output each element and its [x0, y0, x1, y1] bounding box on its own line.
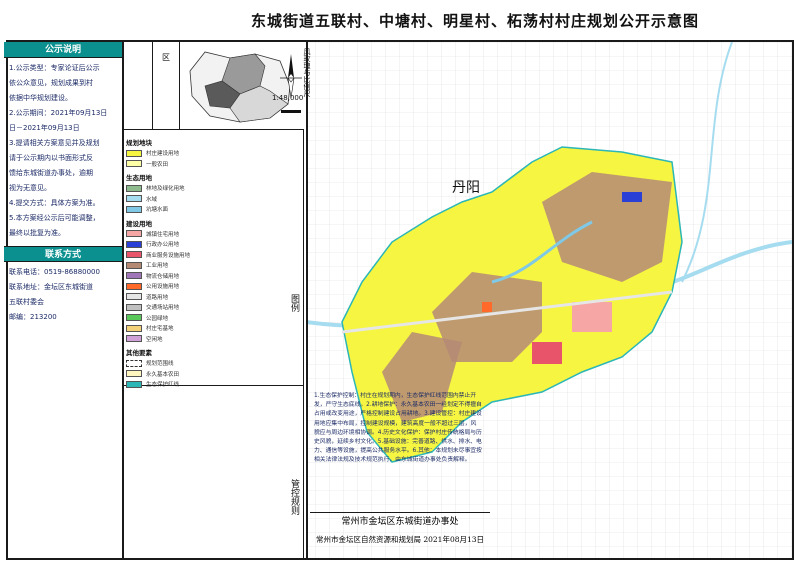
- legend-item: 村庄宅基地: [126, 323, 282, 334]
- legend-label: 公用设施用地: [146, 284, 180, 291]
- notice-line: 请于公示期内以书面形式反: [9, 154, 93, 162]
- legend-item: 永久基本农田: [126, 369, 282, 380]
- notice-line: 最终以批复为准。: [9, 229, 65, 237]
- legend-swatch: [126, 184, 142, 192]
- legend-swatch: [126, 272, 142, 280]
- legend-swatch: [126, 149, 142, 157]
- rules-text-overlay: 1.生态保护控制：村庄在规划期内，生态保护红线范围内禁止开发，严守生态底线。2.…: [314, 392, 482, 498]
- legend-item: 空闲地: [126, 334, 282, 345]
- legend-swatch: [126, 240, 142, 248]
- admin-office-block[interactable]: [622, 192, 642, 202]
- inset-label-column: 区: [152, 42, 180, 130]
- legend-label: 物流仓储用地: [146, 273, 180, 280]
- issuer-line-2: 常州市金坛区自然资源和规划局 2021年08月13日: [315, 535, 485, 544]
- legend-item: 坑塘水面: [126, 204, 282, 215]
- legend-item: 交通场站用地: [126, 302, 282, 313]
- rules-panel: 管控规则: [4, 386, 304, 558]
- compass-caption: 风玫瑰与比例尺: [303, 48, 311, 97]
- notice-line: 3.提请相关方案意见并及规划: [9, 139, 100, 147]
- notice-line: 日－2021年09月13日: [9, 124, 80, 132]
- legend-swatch: [126, 205, 142, 213]
- legend-list: 规划地块 村庄建设用地 一般农田 生态用地 林地及绿化用地 水域 坑塘水面 建设…: [126, 134, 282, 390]
- legend-label: 林地及绿化用地: [146, 186, 185, 193]
- legend-swatch: [126, 293, 142, 301]
- place-label: 丹阳: [452, 180, 480, 196]
- legend-swatch: [126, 324, 142, 332]
- inset-label: 区: [161, 52, 171, 61]
- rules-side-label: 管控规则: [286, 386, 304, 558]
- legend-label: 永久基本农田: [146, 371, 180, 378]
- contact-header: 联系方式: [4, 246, 122, 262]
- contact-line: 邮编：213200: [9, 313, 57, 321]
- legend-item: 物流仓储用地: [126, 271, 282, 282]
- notice-line: 2.公示期间：2021年09月13日: [9, 109, 108, 117]
- legend-label: 村庄宅基地: [146, 326, 174, 333]
- legend-label: 坑塘水面: [146, 207, 169, 214]
- residential-block[interactable]: [572, 302, 612, 332]
- legend-item: 城镇住宅用地: [126, 229, 282, 240]
- legend-label: 公园绿地: [146, 315, 169, 322]
- legend-label: 空闲地: [146, 336, 163, 343]
- legend-label: 工业用地: [146, 263, 169, 270]
- contact-body: 联系电话：0519-86880000 联系地址：金坛区东城街道 五联村委会 邮编…: [4, 262, 122, 330]
- contact-line: 五联村委会: [9, 298, 44, 306]
- legend-label: 水域: [146, 196, 158, 203]
- notice-line: 5.本方案经公示后可能调整，: [9, 214, 100, 222]
- legend-swatch: [126, 282, 142, 290]
- legend-item: 行政办公用地: [126, 239, 282, 250]
- notice-line: 视为无意见。: [9, 184, 51, 192]
- legend-item: 公用设施用地: [126, 281, 282, 292]
- legend-item: 规划范围线: [126, 358, 282, 369]
- notice-body: 1.公示类型：专家论证后公示 依公众意见，规划成果到村 依据中华规划建设。 2.…: [4, 58, 122, 246]
- notice-line: 依据中华规划建设。: [9, 94, 72, 102]
- legend-item: 商业服务设施用地: [126, 250, 282, 261]
- map-title: 东城街道五联村、中塘村、明星村、柘荡村村庄规划公开示意图: [250, 12, 699, 30]
- legend-panel: 图例 规划地块 村庄建设用地 一般农田 生态用地 林地及绿化用地 水域 坑塘水面…: [124, 130, 304, 388]
- legend-swatch: [126, 195, 142, 203]
- contact-line: 联系电话：0519-86880000: [9, 268, 100, 276]
- legend-item: 村庄建设用地: [126, 148, 282, 159]
- issuer-footer: 常州市金坛区东城街道办事处 常州市金坛区自然资源和规划局 2021年08月13日: [310, 512, 490, 558]
- legend-item: 林地及绿化用地: [126, 183, 282, 194]
- utility-block[interactable]: [482, 302, 492, 312]
- legend-label: 城镇住宅用地: [146, 231, 180, 238]
- location-inset: 区: [124, 42, 304, 130]
- legend-label: 交通场站用地: [146, 305, 180, 312]
- issuer-line-1: 常州市金坛区东城街道办事处: [341, 517, 459, 527]
- legend-label: 一般农田: [146, 161, 169, 168]
- legend-group-head: 规划地块: [126, 139, 152, 147]
- rules-text: 1.生态保护控制：村庄在规划期内，生态保护红线范围内禁止开发，严守生态底线。2.…: [314, 393, 482, 464]
- commercial-block[interactable]: [532, 342, 562, 364]
- legend-label: 商业服务设施用地: [146, 252, 191, 259]
- legend-swatch: [126, 314, 142, 322]
- legend-item: 公园绿地: [126, 313, 282, 324]
- legend-swatch: [126, 335, 142, 343]
- legend-swatch: [126, 160, 142, 168]
- legend-swatch: [126, 359, 142, 367]
- notice-header: 公示说明: [4, 42, 122, 58]
- notice-line: 1.公示类型：专家论证后公示: [9, 64, 100, 72]
- notice-line: 依公众意见，规划成果到村: [9, 79, 93, 87]
- legend-swatch: [126, 303, 142, 311]
- legend-label: 行政办公用地: [146, 242, 180, 249]
- contact-line: 联系地址：金坛区东城街道: [9, 283, 93, 291]
- legend-swatch: [126, 230, 142, 238]
- legend-item: 道路用地: [126, 292, 282, 303]
- notice-line: 4.提交方式：具体方案为准。: [9, 199, 100, 207]
- legend-label: 道路用地: [146, 294, 169, 301]
- legend-swatch: [126, 261, 142, 269]
- legend-label: 村庄建设用地: [146, 151, 180, 158]
- scale-bar-label: 1:48,000: [272, 94, 304, 102]
- legend-group-head: 建设用地: [126, 219, 152, 228]
- legend-item: 水域: [126, 194, 282, 205]
- legend-swatch: [126, 370, 142, 378]
- legend-swatch: [126, 251, 142, 259]
- legend-item: 一般农田: [126, 159, 282, 170]
- legend-group-head: 其他要素: [126, 349, 152, 357]
- legend-item: 工业用地: [126, 260, 282, 271]
- legend-label: 规划范围线: [146, 361, 174, 368]
- legend-side-label: 图例: [286, 130, 304, 386]
- notice-line: 馈给东城街道办事处，逾期: [9, 169, 93, 177]
- legend-group-head: 生态用地: [126, 174, 152, 182]
